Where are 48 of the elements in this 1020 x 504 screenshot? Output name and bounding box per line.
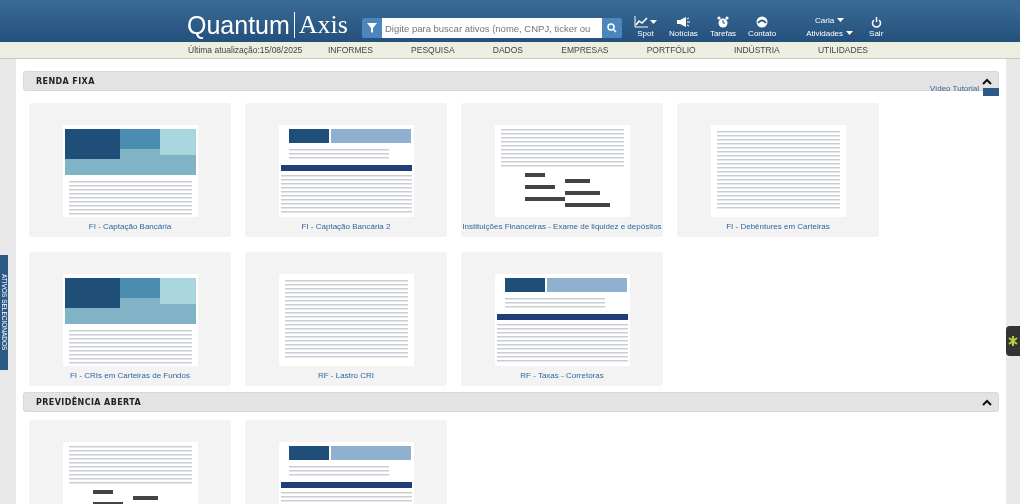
nav-link[interactable]: INFORMES bbox=[328, 45, 373, 55]
chart-icon bbox=[633, 16, 648, 28]
report-card[interactable]: FI - Debêntures em Carteiras bbox=[677, 103, 879, 237]
search-button[interactable] bbox=[601, 18, 622, 38]
filter-button[interactable] bbox=[361, 18, 382, 38]
report-card[interactable]: FI - Captação Bancária bbox=[29, 103, 231, 237]
video-tutorial-link[interactable]: Vídeo Tutorial bbox=[929, 84, 979, 93]
asterisk-icon bbox=[1008, 335, 1018, 347]
collapse-icon[interactable] bbox=[982, 398, 992, 406]
toolbar-button[interactable]: Spot bbox=[633, 16, 657, 38]
activities-menu[interactable]: Atividades bbox=[806, 29, 854, 38]
logo-text: Axis bbox=[298, 12, 348, 38]
alarm-clock-icon bbox=[717, 16, 729, 28]
search-field[interactable]: Digite para buscar ativos (nome, CNPJ, ticker ou bbox=[381, 18, 602, 38]
collapse-icon[interactable] bbox=[982, 77, 992, 85]
nav-link[interactable]: EMPRESAS bbox=[561, 45, 609, 55]
nav-link[interactable]: PORTFÓLIO bbox=[646, 45, 696, 55]
nav-link[interactable]: DADOS bbox=[492, 45, 523, 55]
megaphone-icon bbox=[676, 16, 691, 28]
report-title: FI - Captação Bancária 2 bbox=[301, 222, 391, 231]
last-update-text: Última atualização:15/08/2025 bbox=[188, 45, 304, 55]
report-title: FI - CRIs em Carteiras de Fundos bbox=[69, 371, 190, 380]
power-icon bbox=[870, 17, 882, 28]
nav-link[interactable]: INDÚSTRIA bbox=[733, 45, 780, 55]
section-header[interactable]: PREVIDÊNCIA ABERTA bbox=[23, 392, 999, 412]
report-title: RF - Lastro CRI bbox=[318, 371, 374, 380]
video-icon bbox=[983, 87, 999, 96]
report-card[interactable]: RF - Lastro CRI bbox=[245, 252, 447, 386]
filter-icon bbox=[366, 23, 377, 33]
report-title: Instituições Financeiras - Exame de liquidez e depósitos bbox=[462, 222, 662, 231]
report-title: FI - Debêntures em Carteiras bbox=[726, 222, 830, 231]
nav-link[interactable]: UTILIDADES bbox=[817, 45, 868, 55]
search-icon bbox=[606, 23, 617, 33]
user-menu[interactable]: Carla bbox=[815, 16, 845, 25]
report-title: FI - Captação Bancária bbox=[88, 222, 172, 231]
toolbar-button[interactable]: Notícias bbox=[668, 16, 698, 38]
report-card[interactable]: FI - Captação Bancária 2 bbox=[245, 103, 447, 237]
report-card[interactable]: RF - Taxas - Corretoras bbox=[461, 252, 663, 386]
report-title: RF - Taxas - Corretoras bbox=[520, 371, 604, 380]
report-card[interactable]: Instituições Financeiras - Exame de liquidez e depósitos bbox=[461, 103, 663, 237]
logout-button[interactable]: Sair bbox=[869, 17, 884, 38]
help-widget[interactable] bbox=[1006, 326, 1020, 356]
toolbar-button[interactable]: Tarefas bbox=[709, 16, 737, 38]
nav-link[interactable]: PESQUISA bbox=[411, 45, 455, 55]
toolbar-button[interactable]: Contato bbox=[748, 16, 777, 38]
logo-text: Quantum bbox=[187, 12, 290, 38]
report-card[interactable]: FI - CRIs em Carteiras de Fundos bbox=[29, 252, 231, 386]
phone-icon bbox=[755, 16, 770, 28]
